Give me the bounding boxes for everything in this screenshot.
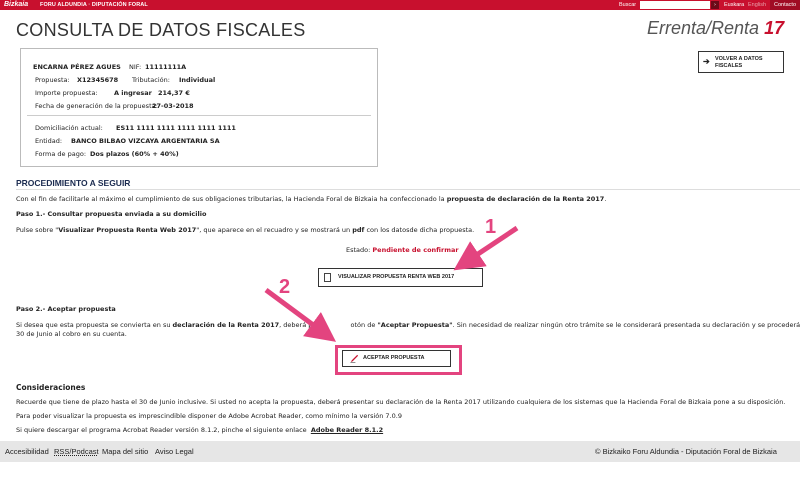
footer-accesibilidad-link[interactable]: Accesibilidad (5, 447, 49, 456)
propuesta-label: Propuesta: (35, 76, 70, 84)
fecha-value: 27-03-2018 (152, 102, 194, 110)
contact-link[interactable]: Contacto (770, 0, 800, 10)
tributacion-value: Individual (179, 76, 216, 84)
top-bar: Bizkaia FORU ALDUNDIA · DIPUTACIÓN FORAL… (0, 0, 800, 10)
annotation-number-2: 2 (279, 276, 290, 298)
back-button-label: VOLVER A DATOS FISCALES (715, 56, 763, 69)
fecha-label: Fecha de generación de la propuesta: (35, 102, 158, 110)
nif-value: 11111111A (145, 63, 187, 71)
arrow-right-icon: ➔ (703, 57, 710, 66)
importe-label: Importe propuesta: (35, 89, 98, 97)
estado-value: Pendiente de confirmar (372, 246, 459, 254)
procedure-intro: Con el fin de facilitarle al máximo el c… (16, 195, 607, 203)
footer-aviso-link[interactable]: Aviso Legal (155, 447, 194, 456)
importe-type: A ingresar (114, 89, 152, 97)
step2-text: Si desea que esta propuesta se convierta… (16, 321, 800, 329)
step1-title: Paso 1.- Consultar propuesta enviada a s… (16, 210, 207, 218)
org-name: FORU ALDUNDIA · DIPUTACIÓN FORAL (40, 2, 148, 8)
footer: Accesibilidad RSS/Podcast Mapa del sitio… (0, 441, 800, 462)
propuesta-value: X12345678 (77, 76, 119, 84)
accept-proposal-button[interactable]: ACEPTAR PROPUESTA (342, 350, 451, 367)
considerations-heading: Consideraciones (16, 383, 86, 392)
search-label: Buscar (619, 2, 637, 8)
adobe-reader-link[interactable]: Adobe Reader 8.1.2 (311, 426, 383, 434)
importe-value: 214,37 € (158, 89, 190, 97)
back-to-fiscal-data-button[interactable]: ➔ VOLVER A DATOS FISCALES (698, 51, 784, 73)
considerations-line1: Recuerde que tiene de plazo hasta el 30 … (16, 398, 786, 406)
view-proposal-label: VISUALIZAR PROPUESTA RENTA WEB 2017 (338, 274, 455, 280)
page-title: CONSULTA DE DATOS FISCALES (16, 20, 306, 40)
domiciliacion-label: Domiciliación actual: (35, 124, 103, 132)
forma-pago-label: Forma de pago: (35, 150, 87, 158)
bizkaia-logo[interactable]: Bizkaia (4, 0, 28, 10)
considerations-line3: Si quiere descargar el programa Acrobat … (16, 426, 384, 434)
document-icon (324, 273, 331, 282)
brand-year: 17 (764, 18, 785, 38)
tributacion-label: Tributación: (132, 76, 170, 84)
accept-proposal-label: ACEPTAR PROPUESTA (363, 355, 425, 361)
step2-text-line2: 30 de Junio al cobro en su cuenta. (16, 330, 127, 338)
step1-text: Pulse sobre "Visualizar Propuesta Renta … (16, 226, 475, 234)
lang-euskara-link[interactable]: Euskara (724, 0, 744, 10)
estado-label: Estado: (346, 246, 371, 254)
estado-row: Estado: Pendiente de confirmar (346, 246, 459, 254)
lang-english-link[interactable]: English (748, 0, 766, 10)
footer-rss-link[interactable]: RSS/Podcast (54, 447, 99, 456)
info-divider (27, 115, 371, 116)
procedure-heading: PROCEDIMIENTO A SEGUIR (16, 178, 131, 188)
procedure-divider (16, 189, 800, 190)
considerations-line2: Para poder visualizar la propuesta es im… (16, 412, 402, 420)
entidad-label: Entidad: (35, 137, 63, 145)
view-proposal-button[interactable]: VISUALIZAR PROPUESTA RENTA WEB 2017 (318, 268, 483, 287)
search-input[interactable] (640, 1, 710, 9)
brand-logo: Errenta/Renta 17 (647, 18, 784, 39)
forma-pago-value: Dos plazos (60% + 40%) (90, 150, 179, 158)
nif-label: NIF: (129, 63, 142, 71)
annotation-number-1: 1 (485, 216, 496, 238)
brand-text: Errenta/Renta (647, 18, 760, 38)
signature-pen-icon (350, 354, 359, 363)
taxpayer-name: ENCARNA PÉREZ AGUES (33, 63, 121, 71)
domiciliacion-value: ES11 1111 1111 1111 1111 1111 (116, 124, 236, 132)
footer-copyright: © Bizkaiko Foru Aldundia - Diputación Fo… (595, 447, 777, 456)
taxpayer-info-box: ENCARNA PÉREZ AGUES NIF: 11111111A Propu… (20, 48, 378, 167)
step2-title: Paso 2.- Aceptar propuesta (16, 305, 116, 313)
footer-mapa-link[interactable]: Mapa del sitio (102, 447, 148, 456)
search-go-button[interactable]: › (711, 1, 719, 9)
entidad-value: BANCO BILBAO VIZCAYA ARGENTARIA SA (71, 137, 220, 145)
